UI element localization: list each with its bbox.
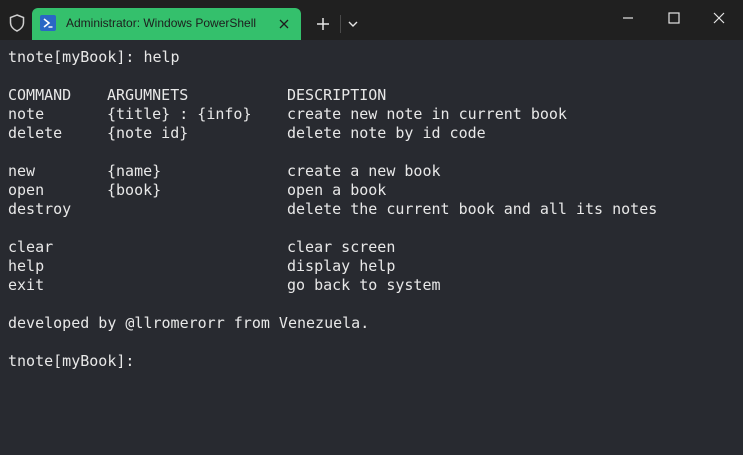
shield-icon xyxy=(8,14,26,32)
command-description: create a new book xyxy=(287,162,441,180)
help-row: delete {note id} delete note by id code xyxy=(8,124,736,143)
plus-icon xyxy=(317,18,329,30)
close-icon[interactable] xyxy=(276,16,292,32)
help-row: open {book} open a book xyxy=(8,181,736,200)
prompt-command-line: tnote[myBook]: help xyxy=(8,48,180,66)
help-row: destroy delete the current book and all … xyxy=(8,200,736,219)
command-name: exit xyxy=(8,276,45,294)
terminal-window: Administrator: Windows PowerShell tnote[… xyxy=(0,0,743,455)
help-row: note {title} : {info} create new note in… xyxy=(8,105,736,124)
command-description: clear screen xyxy=(287,238,396,256)
help-row: help display help xyxy=(8,257,736,276)
help-row: new {name} create a new book xyxy=(8,162,736,181)
command-description: delete the current book and all its note… xyxy=(287,200,658,218)
help-row: exit go back to system xyxy=(8,276,736,295)
help-header-row: COMMAND ARGUMNETS DESCRIPTION xyxy=(8,86,736,105)
command-args: {title} : {info} xyxy=(107,105,252,123)
command-args: {name} xyxy=(107,162,162,180)
help-row: clear clear screen xyxy=(8,238,736,257)
command-name: help xyxy=(8,257,45,275)
tab-powershell[interactable]: Administrator: Windows PowerShell xyxy=(32,8,301,40)
header-command: COMMAND xyxy=(8,86,72,104)
command-name: delete xyxy=(8,124,63,142)
command-name: new xyxy=(8,162,36,180)
command-args: {book} xyxy=(107,181,162,199)
command-name: open xyxy=(8,181,45,199)
close-icon xyxy=(713,12,725,24)
powershell-icon xyxy=(40,15,56,31)
chevron-down-icon xyxy=(348,21,358,27)
tab-dropdown-button[interactable] xyxy=(344,14,362,34)
terminal-output[interactable]: tnote[myBook]: help COMMAND ARGUMNETS DE… xyxy=(8,48,736,371)
close-window-button[interactable] xyxy=(707,6,731,30)
command-name: destroy xyxy=(8,200,72,218)
tab-title: Administrator: Windows PowerShell xyxy=(66,16,257,30)
command-description: open a book xyxy=(287,181,387,199)
command-name: note xyxy=(8,105,45,123)
maximize-button[interactable] xyxy=(662,6,686,30)
current-prompt[interactable]: tnote[myBook]: xyxy=(8,352,736,371)
command-name: clear xyxy=(8,238,54,256)
minimize-button[interactable] xyxy=(616,6,640,30)
minimize-icon xyxy=(623,17,633,19)
command-description: display help xyxy=(287,257,396,275)
new-tab-button[interactable] xyxy=(313,14,333,34)
header-description: DESCRIPTION xyxy=(287,86,387,104)
title-bar: Administrator: Windows PowerShell xyxy=(0,0,743,40)
command-description: delete note by id code xyxy=(287,124,486,142)
command-args: {note id} xyxy=(107,124,189,142)
command-description: create new note in current book xyxy=(287,105,567,123)
header-arguments: ARGUMNETS xyxy=(107,86,189,104)
credits-line: developed by @llromerorr from Venezuela. xyxy=(8,314,370,332)
command-description: go back to system xyxy=(287,276,441,294)
divider xyxy=(340,15,341,33)
maximize-icon xyxy=(668,12,680,24)
